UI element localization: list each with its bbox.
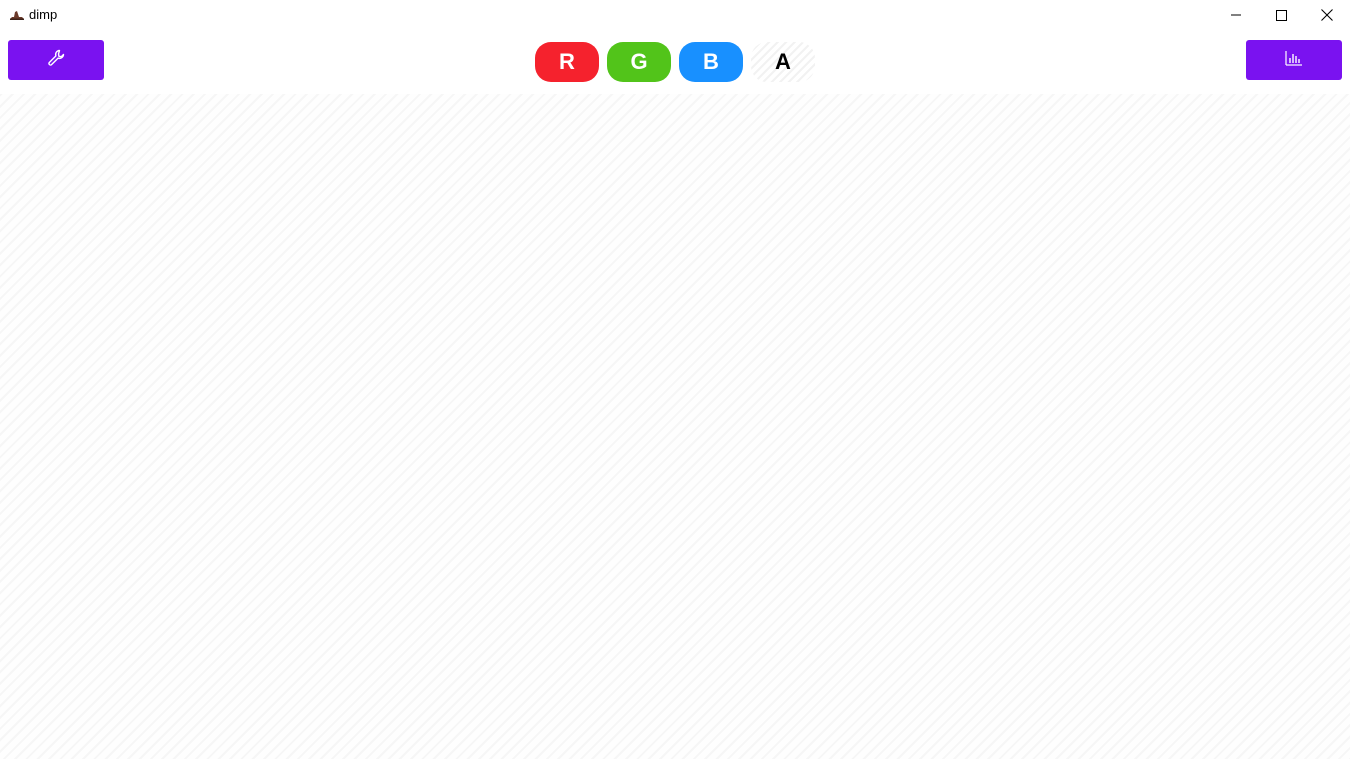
bar-chart-icon bbox=[1285, 50, 1303, 71]
maximize-button[interactable] bbox=[1258, 0, 1304, 30]
hat-icon bbox=[9, 8, 25, 22]
minimize-icon bbox=[1231, 10, 1241, 20]
image-canvas[interactable] bbox=[0, 94, 1350, 759]
wrench-icon bbox=[47, 49, 65, 72]
channel-red-label: R bbox=[559, 49, 575, 74]
channel-red-toggle[interactable]: R bbox=[535, 42, 599, 82]
title-bar: dimp bbox=[0, 0, 1350, 30]
channel-alpha-label: A bbox=[775, 49, 791, 74]
maximize-icon bbox=[1275, 9, 1287, 21]
minimize-button[interactable] bbox=[1213, 0, 1259, 30]
channel-alpha-toggle[interactable]: A bbox=[751, 42, 815, 82]
histogram-button[interactable] bbox=[1246, 40, 1342, 80]
channel-green-toggle[interactable]: G bbox=[607, 42, 671, 82]
settings-button[interactable] bbox=[8, 40, 104, 80]
channel-green-label: G bbox=[630, 49, 648, 74]
close-icon bbox=[1321, 9, 1333, 21]
channel-blue-label: B bbox=[703, 49, 719, 74]
window-title: dimp bbox=[29, 7, 58, 22]
channel-blue-toggle[interactable]: B bbox=[679, 42, 743, 82]
app-window: dimp R G B A bbox=[0, 0, 1350, 759]
close-button[interactable] bbox=[1304, 0, 1350, 30]
